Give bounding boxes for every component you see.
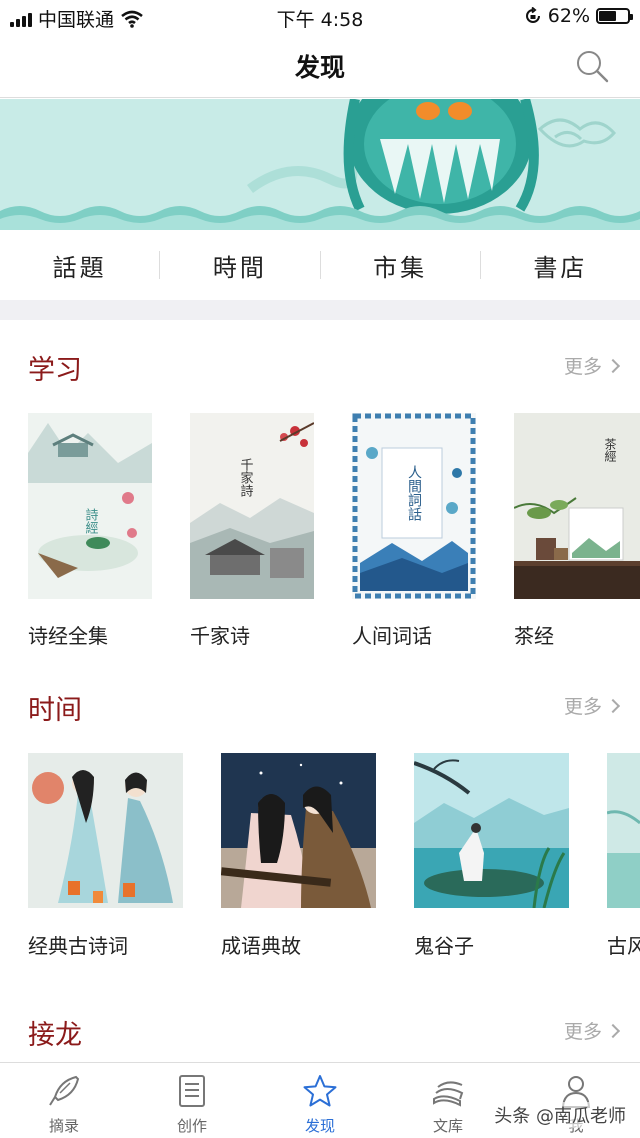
battery-icon xyxy=(596,8,633,24)
cover-title: 人間詞話 xyxy=(406,465,422,521)
collection-title[interactable]: 成语典故 xyxy=(221,930,301,959)
more-label: 更多 xyxy=(563,696,602,718)
category-market[interactable]: 市集 xyxy=(321,248,480,283)
collection-title[interactable]: 鬼谷子 xyxy=(414,930,474,959)
collection-title[interactable]: 古风 xyxy=(607,930,640,959)
document-icon xyxy=(179,1075,205,1107)
section-title: 接龙 xyxy=(28,1020,82,1051)
discover-screen: 中国联通 下午 4:58 62% 发现 話題 時間 市集 書店 学习 更多 詩經… xyxy=(0,0,640,1138)
battery-percent: 62% xyxy=(547,5,590,27)
section-header-study: 学习 更多 xyxy=(28,348,621,388)
cover-idiom-stories[interactable] xyxy=(221,753,376,908)
more-link[interactable]: 更多 xyxy=(563,352,621,379)
more-label: 更多 xyxy=(563,356,602,378)
tab-discover[interactable]: 发现 xyxy=(256,1063,384,1138)
section-title: 时间 xyxy=(28,695,82,726)
watermark: 头条 @南瓜老师 xyxy=(492,1102,628,1128)
cover-ancient-style[interactable] xyxy=(607,753,640,908)
more-link[interactable]: 更多 xyxy=(563,1017,621,1044)
category-tabs: 話題 時間 市集 書店 xyxy=(0,230,640,300)
category-topics[interactable]: 話題 xyxy=(0,248,159,283)
book-cover-renjiancihua[interactable]: 人間詞話 xyxy=(352,413,476,599)
chevron-right-icon xyxy=(605,1023,621,1038)
cover-classic-poetry[interactable] xyxy=(28,753,183,908)
nav-bar: 发现 xyxy=(0,34,640,98)
book-title[interactable]: 千家诗 xyxy=(190,620,250,649)
tab-create[interactable]: 创作 xyxy=(128,1063,256,1138)
cover-guiguzi[interactable] xyxy=(414,753,569,908)
book-cover-qianjiashi[interactable]: 千家詩 xyxy=(190,413,314,599)
orientation-lock-icon xyxy=(525,7,540,23)
book-title[interactable]: 人间词话 xyxy=(352,620,432,649)
star-icon xyxy=(303,1075,337,1107)
section-title: 学习 xyxy=(28,355,82,386)
category-bookstore[interactable]: 書店 xyxy=(481,248,640,283)
tab-excerpt[interactable]: 摘录 xyxy=(0,1063,128,1138)
dragon-banner[interactable] xyxy=(0,99,640,230)
cover-title: 詩經 xyxy=(83,508,99,534)
chevron-right-icon xyxy=(605,698,621,713)
more-link[interactable]: 更多 xyxy=(563,692,621,719)
section-header-chain: 接龙 更多 xyxy=(28,1013,621,1053)
dragon-illustration xyxy=(0,99,640,230)
cover-title: 千家詩 xyxy=(238,458,254,497)
tab-label: 发现 xyxy=(304,1117,335,1135)
collection-title[interactable]: 经典古诗词 xyxy=(28,930,128,959)
section-header-time: 时间 更多 xyxy=(28,688,621,728)
book-cover-shijing[interactable]: 詩經 xyxy=(28,413,152,599)
cover-title: 茶經 xyxy=(603,437,617,462)
status-bar: 中国联通 下午 4:58 62% xyxy=(0,0,640,34)
tab-label: 摘录 xyxy=(48,1117,79,1135)
book-title[interactable]: 诗经全集 xyxy=(28,620,108,649)
books-icon xyxy=(433,1081,464,1107)
search-icon[interactable] xyxy=(574,48,610,84)
tab-label: 创作 xyxy=(176,1117,207,1135)
category-time[interactable]: 時間 xyxy=(160,248,319,283)
book-title[interactable]: 茶经 xyxy=(514,620,554,649)
chevron-right-icon xyxy=(605,358,621,373)
more-label: 更多 xyxy=(563,1021,602,1043)
page-title: 发现 xyxy=(294,53,345,82)
tab-label: 文库 xyxy=(432,1117,463,1135)
section-divider xyxy=(0,300,640,320)
book-cover-chajing[interactable]: 茶經 xyxy=(514,413,640,599)
quill-pen-icon xyxy=(49,1075,80,1106)
